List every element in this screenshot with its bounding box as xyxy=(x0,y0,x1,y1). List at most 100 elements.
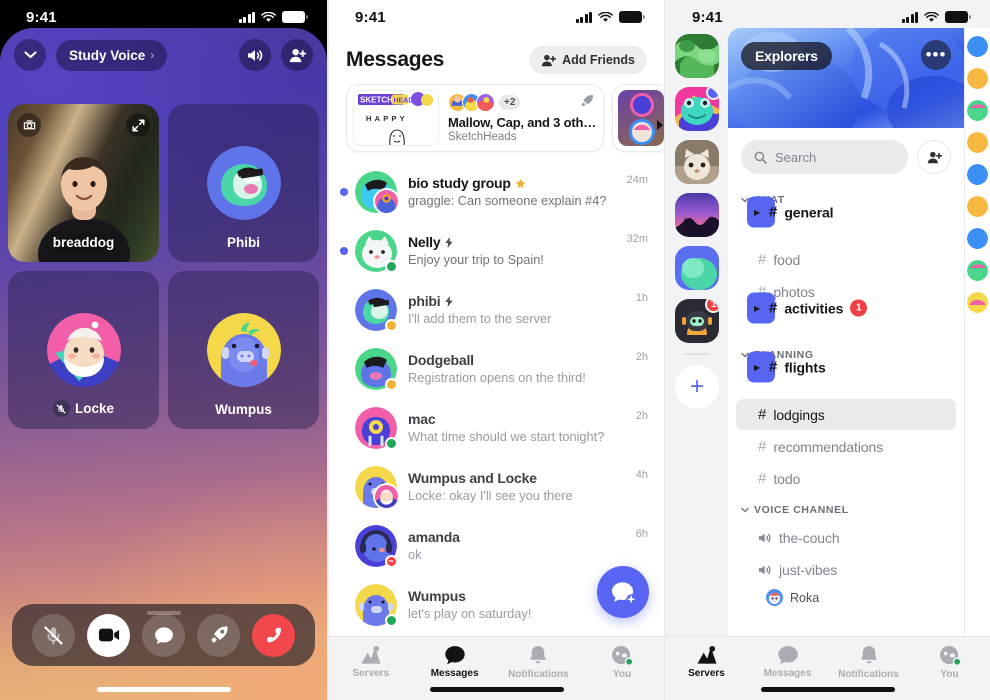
conversation-name: bio study group xyxy=(408,175,616,191)
tab-you[interactable]: You xyxy=(580,645,664,680)
channel-name: recommendations xyxy=(773,438,884,455)
unread-dot xyxy=(340,246,348,255)
end-call-button[interactable] xyxy=(252,613,295,657)
list-item[interactable]: bio study group graggle: Can someone exp… xyxy=(329,162,664,221)
tab-you[interactable]: You xyxy=(909,645,990,680)
channel-name: flights xyxy=(784,359,826,375)
list-item[interactable]: Dodgeball Registration opens on the thir… xyxy=(329,339,664,398)
add-friends-button[interactable]: Add Friends xyxy=(529,46,647,74)
speaker-button[interactable] xyxy=(239,39,271,71)
carousel-next-arrow[interactable] xyxy=(653,118,664,132)
voice-member[interactable]: Roka xyxy=(728,586,964,606)
tab-messages[interactable]: Messages xyxy=(747,645,828,679)
conversation-name-text: bio study group xyxy=(408,175,511,191)
activity-rocket-button[interactable] xyxy=(580,94,594,108)
tab-notifications[interactable]: Notifications xyxy=(497,645,581,680)
video-button[interactable] xyxy=(87,613,130,657)
end-call-icon xyxy=(266,627,281,643)
participant-tile-video[interactable]: breaddog xyxy=(8,104,159,262)
speaker-icon-svg xyxy=(759,565,771,574)
avatar xyxy=(355,583,398,627)
list-item[interactable]: phibi I'll add them to the server 1h xyxy=(329,280,664,339)
list-item[interactable]: Wumpus and Locke Locke: okay I'll see yo… xyxy=(329,457,664,516)
list-item-text: phibi I'll add them to the server xyxy=(408,293,625,326)
rocket-icon xyxy=(581,95,593,107)
channel-name: activities xyxy=(784,300,844,316)
server-icon-frog[interactable] xyxy=(675,87,719,131)
channel-lodgings[interactable]: # lodgings xyxy=(736,399,956,430)
call-controls-bar xyxy=(12,604,315,666)
server-banner: Explorers ••• xyxy=(728,28,964,128)
tab-notifications[interactable]: Notifications xyxy=(828,645,909,680)
list-item[interactable]: amanda ok 6h xyxy=(329,516,664,575)
channel-name: just-vibes xyxy=(779,561,838,578)
server-avatar xyxy=(675,246,719,290)
server-icon-sunset[interactable] xyxy=(675,193,719,237)
boost-button[interactable] xyxy=(197,613,240,657)
three-panel-screenshot: 9:41 Study Voice › breaddog Phibi Locke … xyxy=(0,0,990,700)
channel-general[interactable]: ▶ # general xyxy=(747,196,834,228)
search-input[interactable]: Search xyxy=(741,140,908,174)
list-item[interactable]: mac What time should we start tonight? 2… xyxy=(329,398,664,457)
presence-online xyxy=(385,613,398,627)
participant-tile-avatar[interactable]: Phibi xyxy=(168,104,319,262)
channel-just-vibes[interactable]: just-vibes xyxy=(736,554,956,585)
search-icon xyxy=(754,151,767,164)
status-indicators xyxy=(901,11,971,23)
mic-muted-icon xyxy=(57,404,66,413)
server-icon-cat[interactable] xyxy=(675,140,719,184)
tab-servers[interactable]: Servers xyxy=(666,645,747,679)
bottom-tab-bar: Servers Messages Notifications You xyxy=(329,636,664,700)
tab-messages[interactable]: Messages xyxy=(413,645,497,679)
participant-tile-avatar[interactable]: Locke xyxy=(8,271,159,429)
list-item[interactable]: Nelly Enjoy your trip to Spain! 32m xyxy=(329,221,664,280)
server-content: Explorers ••• Search ▶ # general # food … xyxy=(728,28,964,636)
invite-button[interactable] xyxy=(917,140,951,174)
channel-name: Study Voice xyxy=(69,47,146,63)
hash-icon: # xyxy=(769,203,778,221)
channel-todo[interactable]: # todo xyxy=(736,463,956,494)
peek-avatar xyxy=(967,132,988,153)
channel-recommendations[interactable]: # recommendations xyxy=(736,431,956,462)
tab-label: Messages xyxy=(430,668,479,679)
participant-tile-avatar[interactable]: Wumpus xyxy=(168,271,319,429)
tab-servers[interactable]: Servers xyxy=(329,645,413,679)
avatar xyxy=(355,347,398,391)
server-icon-blob[interactable] xyxy=(675,246,719,290)
next-screen-peek[interactable] xyxy=(964,28,990,636)
chevron-down-icon xyxy=(741,507,749,513)
camera-flip-icon xyxy=(23,120,35,130)
server-panel: 9:41 1 + Explorers ••• Search ▶ # genera… xyxy=(664,0,990,700)
servers-icon xyxy=(696,645,717,664)
camera-flip-button[interactable] xyxy=(17,113,41,137)
chat-button[interactable] xyxy=(142,613,185,657)
category-header[interactable]: VOICE CHANNEL xyxy=(728,495,964,521)
avatar xyxy=(766,589,783,606)
speaker-icon-svg xyxy=(759,533,771,542)
channel-the-couch[interactable]: the-couch xyxy=(736,522,956,553)
mute-button[interactable] xyxy=(32,613,75,657)
new-message-button[interactable] xyxy=(597,566,649,618)
server-more-button[interactable]: ••• xyxy=(921,40,951,70)
conversation-name: Wumpus and Locke xyxy=(408,470,625,486)
avatar xyxy=(476,93,495,112)
channel-activities[interactable]: ▶ # activities 1 xyxy=(747,292,868,324)
activity-card[interactable]: SKETCH HEADS HAPPY +2 Mallow, Cap, and 3… xyxy=(346,84,604,152)
channel-name: lodgings xyxy=(773,406,825,423)
server-icon-plants[interactable] xyxy=(675,34,719,78)
conversation-preview: Locke: okay I'll see you there xyxy=(408,488,573,503)
channel-food[interactable]: # food xyxy=(736,244,956,275)
collapse-call-button[interactable] xyxy=(14,39,46,71)
wifi-icon xyxy=(598,11,613,22)
conversation-time: 6h xyxy=(635,528,648,540)
avatar xyxy=(206,313,281,387)
channel-flights[interactable]: ▶ # flights xyxy=(747,351,826,383)
expand-button[interactable] xyxy=(126,113,150,137)
hash-icon: # xyxy=(758,251,767,268)
sparkle-icon xyxy=(445,236,454,248)
add-person-button[interactable] xyxy=(281,39,313,71)
channel-name-pill[interactable]: Study Voice › xyxy=(56,39,168,71)
server-icon-robot[interactable]: 1 xyxy=(675,299,719,343)
hash-icon: # xyxy=(769,299,778,317)
add-server-button[interactable]: + xyxy=(675,364,719,409)
